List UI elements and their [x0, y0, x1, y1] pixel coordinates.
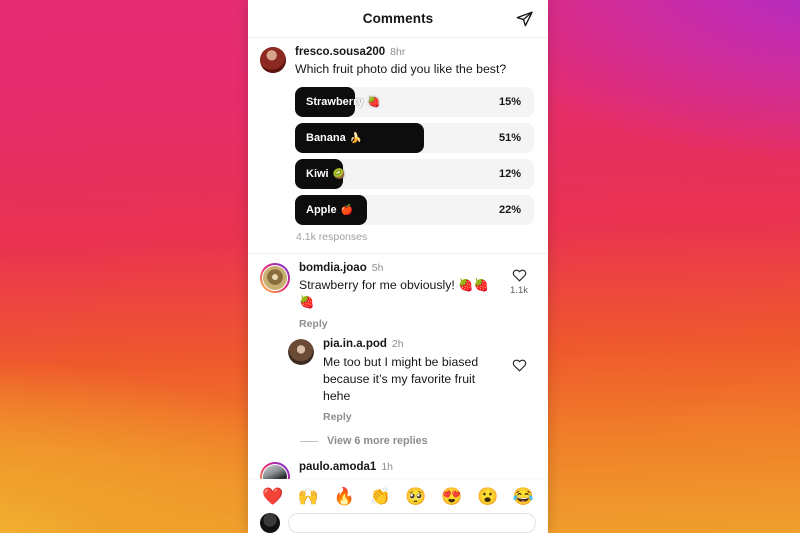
page-title: Comments — [362, 11, 434, 26]
comment-item: paulo.amoda1 1h — [248, 447, 548, 479]
comment-timestamp: 1h — [381, 461, 394, 474]
comment-username[interactable]: pia.in.a.pod — [323, 338, 387, 351]
apple-emoji: 🍎 — [340, 205, 354, 217]
view-more-replies-label: View 6 more replies — [327, 435, 428, 448]
more-replies-line — [300, 440, 318, 442]
raising-hands-emoji[interactable]: 🙌 — [298, 488, 319, 505]
poll-timestamp: 8hr — [390, 46, 406, 58]
poll-option-text: Banana — [306, 132, 346, 145]
poll-chart: Strawberry 🍓 15% Banana 🍌 51% Kiwi 🥝 12%… — [295, 87, 536, 243]
heart-outline-icon[interactable] — [512, 358, 527, 372]
avatar[interactable] — [288, 339, 314, 366]
avatar — [260, 513, 280, 533]
poll-option-text: Apple — [306, 204, 337, 217]
comment-input[interactable] — [288, 513, 536, 533]
comment-timestamp: 2h — [391, 338, 404, 351]
poll-percent: 15% — [498, 96, 521, 109]
comment-composer — [248, 513, 548, 533]
comment-text: Strawberry for me obviously! 🍓🍓🍓 — [299, 278, 489, 310]
joy-emoji[interactable]: 😂 — [513, 488, 534, 505]
poll-option-row[interactable]: Strawberry 🍓 15% — [295, 87, 534, 118]
poll-response-count: 4.1k responses — [296, 231, 368, 244]
poll-option-row[interactable]: Kiwi 🥝 12% — [295, 159, 534, 190]
poll-percent: 51% — [498, 132, 521, 145]
open-mouth-emoji[interactable]: 😮 — [477, 488, 498, 505]
avatar[interactable] — [260, 263, 290, 294]
poll-option-text: Strawberry — [306, 96, 364, 109]
poll-percent: 12% — [498, 168, 521, 181]
like-count: 1.1k — [510, 285, 528, 297]
heart-outline-icon[interactable] — [512, 268, 527, 282]
clapping-hands-emoji[interactable]: 👏 — [369, 488, 390, 505]
view-more-replies-button[interactable]: View 6 more replies — [248, 423, 548, 447]
emoji-quick-bar: ❤️ 🙌 🔥 👏 🥺 😍 😮 😂 — [248, 479, 548, 513]
pleading-face-emoji[interactable]: 🥺 — [405, 488, 426, 505]
red-heart-emoji[interactable]: ❤️ — [262, 488, 283, 505]
poll-option-row[interactable]: Apple 🍎 22% — [295, 195, 534, 226]
comment-username[interactable]: paulo.amoda1 — [299, 461, 376, 474]
kiwi-emoji: 🥝 — [332, 169, 346, 181]
poll-username[interactable]: fresco.sousa200 — [295, 46, 385, 59]
poll-comment: fresco.sousa200 8hr Which fruit photo di… — [248, 38, 548, 243]
poll-question: Which fruit photo did you like the best? — [295, 62, 507, 77]
heart-eyes-emoji[interactable]: 😍 — [441, 488, 462, 505]
comments-feed[interactable]: fresco.sousa200 8hr Which fruit photo di… — [248, 38, 548, 479]
poll-percent: 22% — [498, 204, 521, 217]
poll-option-label: Kiwi 🥝 — [295, 168, 345, 180]
poll-option-label: Apple 🍎 — [295, 204, 353, 216]
paper-plane-icon[interactable] — [515, 9, 534, 28]
instagram-comments-panel: Comments fresco.sousa200 8hr Which fruit… — [248, 0, 548, 533]
reply-button[interactable]: Reply — [299, 318, 502, 330]
fire-emoji[interactable]: 🔥 — [334, 488, 355, 505]
poll-option-label: Banana 🍌 — [295, 132, 362, 144]
comment-reply-item: pia.in.a.pod 2h Me too but I might be bi… — [248, 330, 548, 423]
poll-option-label: Strawberry 🍓 — [295, 96, 380, 108]
reply-button[interactable]: Reply — [323, 411, 502, 423]
comment-username[interactable]: bomdia.joao — [299, 262, 367, 275]
strawberry-emoji: 🍓 — [367, 97, 380, 109]
avatar[interactable] — [260, 47, 286, 73]
banana-emoji: 🍌 — [349, 133, 363, 145]
comment-item: bomdia.joao 5h Strawberry for me obvious… — [248, 254, 548, 330]
avatar[interactable] — [260, 462, 290, 479]
poll-option-text: Kiwi — [306, 168, 329, 181]
comment-text: Me too but I might be biased because it’… — [323, 354, 479, 403]
comment-timestamp: 5h — [371, 262, 384, 275]
poll-option-row[interactable]: Banana 🍌 51% — [295, 123, 534, 154]
comments-header: Comments — [248, 0, 548, 38]
